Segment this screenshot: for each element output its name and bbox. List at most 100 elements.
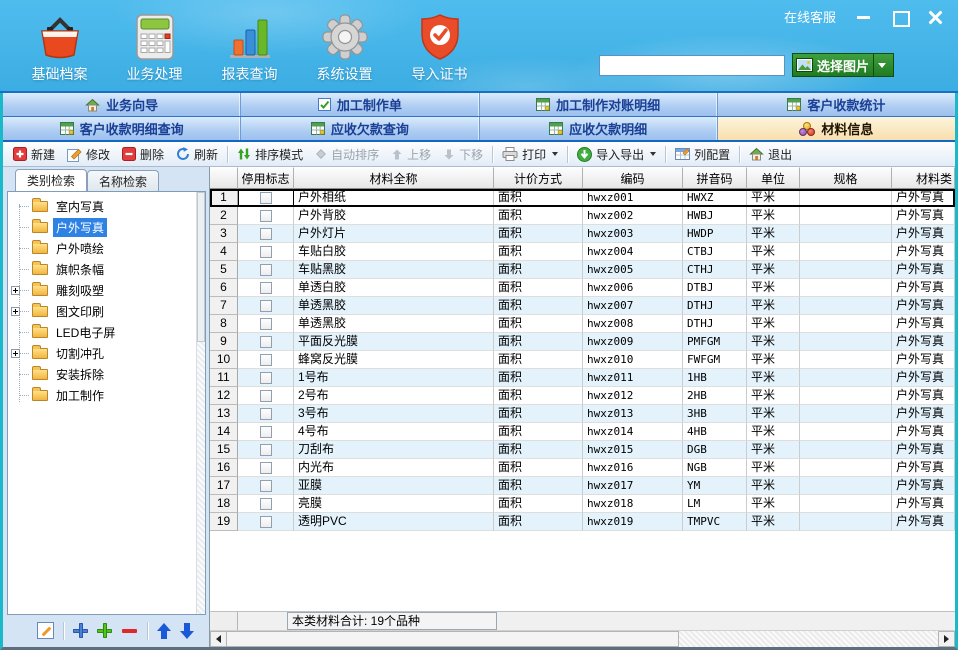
column-config-button[interactable]: 列配置 (669, 143, 736, 165)
table-row[interactable]: 18 亮膜 面积 hwxz018 LM 平米 户外写真 (210, 495, 955, 513)
unit-cell[interactable]: 平米 (747, 279, 800, 297)
pricing-method-cell[interactable]: 面积 (494, 387, 583, 405)
spec-cell[interactable] (800, 423, 892, 441)
pricing-method-cell[interactable]: 面积 (494, 351, 583, 369)
spec-cell[interactable] (800, 279, 892, 297)
material-name-cell[interactable]: 户外背胶 (294, 207, 494, 225)
select-image-button[interactable]: 选择图片 (792, 53, 894, 77)
material-name-cell[interactable]: 刀刮布 (294, 441, 494, 459)
material-category-cell[interactable]: 户外写真 (892, 189, 955, 207)
tab-production-order[interactable]: 加工制作单 (241, 93, 479, 116)
pricing-method-cell[interactable]: 面积 (494, 297, 583, 315)
tree-item[interactable]: 雕刻吸塑 (8, 280, 205, 301)
code-cell[interactable]: hwxz019 (583, 513, 683, 531)
nav-import-certificate[interactable]: 导入证书 (392, 4, 487, 88)
pricing-method-cell[interactable]: 面积 (494, 333, 583, 351)
move-up-button[interactable]: 上移 (385, 143, 437, 165)
material-name-cell[interactable]: 户外相纸 (294, 189, 494, 207)
pinyin-code-cell[interactable]: 3HB (683, 405, 747, 423)
pricing-method-cell[interactable]: 面积 (494, 477, 583, 495)
stop-flag-cell[interactable] (238, 279, 294, 297)
material-name-cell[interactable]: 蜂窝反光膜 (294, 351, 494, 369)
spec-cell[interactable] (800, 225, 892, 243)
unit-cell[interactable]: 平米 (747, 441, 800, 459)
pricing-method-cell[interactable]: 面积 (494, 459, 583, 477)
table-row[interactable]: 17 亚膜 面积 hwxz017 YM 平米 户外写真 (210, 477, 955, 495)
delete-button[interactable]: 删除 (116, 143, 170, 165)
pricing-method-cell[interactable]: 面积 (494, 513, 583, 531)
add-sub-category-button[interactable] (97, 623, 112, 638)
stop-flag-cell[interactable] (238, 405, 294, 423)
unit-cell[interactable]: 平米 (747, 189, 800, 207)
code-cell[interactable]: hwxz005 (583, 261, 683, 279)
tree-item[interactable]: LED电子屏 (8, 322, 205, 343)
material-name-cell[interactable]: 内光布 (294, 459, 494, 477)
code-cell[interactable]: hwxz001 (583, 189, 683, 207)
stop-flag-cell[interactable] (238, 315, 294, 333)
code-cell[interactable]: hwxz002 (583, 207, 683, 225)
pinyin-code-cell[interactable]: 1HB (683, 369, 747, 387)
stop-flag-checkbox[interactable] (260, 462, 272, 474)
stop-flag-checkbox[interactable] (260, 408, 272, 420)
unit-cell[interactable]: 平米 (747, 405, 800, 423)
tab-name-search[interactable]: 名称检索 (87, 170, 159, 191)
material-category-cell[interactable]: 户外写真 (892, 351, 955, 369)
pinyin-code-cell[interactable]: DGB (683, 441, 747, 459)
code-cell[interactable]: hwxz015 (583, 441, 683, 459)
unit-cell[interactable]: 平米 (747, 225, 800, 243)
code-cell[interactable]: hwxz006 (583, 279, 683, 297)
tree-item[interactable]: 室内写真 (8, 196, 205, 217)
spec-cell[interactable] (800, 315, 892, 333)
pricing-method-cell[interactable]: 面积 (494, 279, 583, 297)
table-row[interactable]: 5 车贴黑胶 面积 hwxz005 CTHJ 平米 户外写真 (210, 261, 955, 279)
unit-cell[interactable]: 平米 (747, 513, 800, 531)
pinyin-code-cell[interactable]: YM (683, 477, 747, 495)
material-name-cell[interactable]: 单透黑胶 (294, 297, 494, 315)
tree-item[interactable]: 图文印刷 (8, 301, 205, 322)
material-name-cell[interactable]: 平面反光膜 (294, 333, 494, 351)
unit-cell[interactable]: 平米 (747, 459, 800, 477)
table-row[interactable]: 15 刀刮布 面积 hwxz015 DGB 平米 户外写真 (210, 441, 955, 459)
stop-flag-checkbox[interactable] (260, 282, 272, 294)
tab-customer-payment-stats[interactable]: 客户收款统计 (718, 93, 955, 116)
stop-flag-checkbox[interactable] (260, 498, 272, 510)
pinyin-code-cell[interactable]: DTBJ (683, 279, 747, 297)
expand-plus-icon[interactable] (11, 307, 20, 316)
code-cell[interactable]: hwxz014 (583, 423, 683, 441)
refresh-button[interactable]: 刷新 (170, 143, 224, 165)
scrollbar-track[interactable] (679, 631, 938, 647)
pinyin-code-cell[interactable]: LM (683, 495, 747, 513)
move-category-down-button[interactable] (180, 623, 194, 639)
code-cell[interactable]: hwxz007 (583, 297, 683, 315)
pinyin-code-cell[interactable]: 2HB (683, 387, 747, 405)
scrollbar-thumb[interactable] (197, 192, 205, 342)
material-name-cell[interactable]: 2号布 (294, 387, 494, 405)
stop-flag-checkbox[interactable] (260, 480, 272, 492)
code-cell[interactable]: hwxz009 (583, 333, 683, 351)
pricing-method-cell[interactable]: 面积 (494, 441, 583, 459)
add-root-category-button[interactable] (73, 623, 88, 638)
spec-cell[interactable] (800, 495, 892, 513)
column-header-pricing-method[interactable]: 计价方式 (494, 167, 583, 189)
pinyin-code-cell[interactable]: HWDP (683, 225, 747, 243)
unit-cell[interactable]: 平米 (747, 351, 800, 369)
spec-cell[interactable] (800, 387, 892, 405)
code-cell[interactable]: hwxz003 (583, 225, 683, 243)
maximize-button[interactable] (892, 10, 908, 24)
code-cell[interactable]: hwxz004 (583, 243, 683, 261)
material-category-cell[interactable]: 户外写真 (892, 207, 955, 225)
stop-flag-cell[interactable] (238, 333, 294, 351)
pinyin-code-cell[interactable]: TMPVC (683, 513, 747, 531)
table-row[interactable]: 13 3号布 面积 hwxz013 3HB 平米 户外写真 (210, 405, 955, 423)
code-cell[interactable]: hwxz016 (583, 459, 683, 477)
nav-business-process[interactable]: 业务处理 (107, 4, 202, 88)
pinyin-code-cell[interactable]: DTHJ (683, 315, 747, 333)
remove-category-button[interactable] (122, 629, 137, 633)
stop-flag-cell[interactable] (238, 243, 294, 261)
material-category-cell[interactable]: 户外写真 (892, 369, 955, 387)
spec-cell[interactable] (800, 405, 892, 423)
stop-flag-cell[interactable] (238, 387, 294, 405)
material-category-cell[interactable]: 户外写真 (892, 243, 955, 261)
tab-business-wizard[interactable]: 业务向导 (3, 93, 241, 116)
code-cell[interactable]: hwxz011 (583, 369, 683, 387)
